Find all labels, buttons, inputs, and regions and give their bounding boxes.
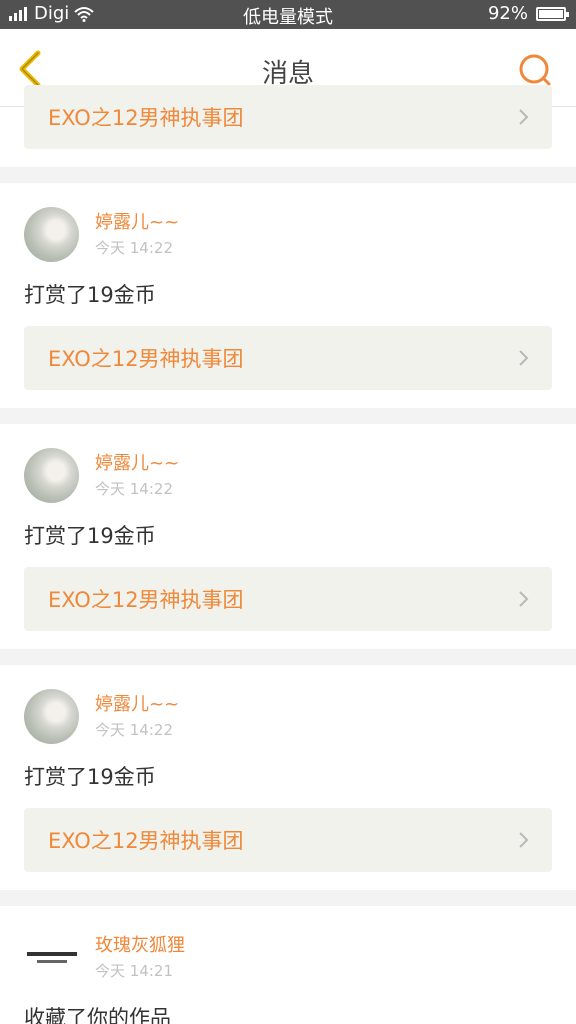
battery-fill — [539, 9, 563, 18]
message-card-partial: EXO之12男神执事团 — [0, 85, 576, 167]
divider — [0, 649, 576, 665]
avatar[interactable] — [24, 930, 79, 985]
chevron-right-icon — [519, 832, 529, 848]
message-card: 玫瑰灰狐狸 今天 14:21 收藏了你的作品 — [0, 906, 576, 1024]
message-meta: 婷露儿~~ 今天 14:22 — [95, 693, 179, 741]
message-list[interactable]: EXO之12男神执事团 婷露儿~~ 今天 14:22 打赏了19金币 EXO之1… — [0, 85, 576, 1024]
work-link-button[interactable]: EXO之12男神执事团 — [24, 567, 552, 631]
message-header: 婷露儿~~ 今天 14:22 — [24, 183, 552, 262]
chevron-right-icon — [519, 591, 529, 607]
message-card: 婷露儿~~ 今天 14:22 打赏了19金币 EXO之12男神执事团 — [0, 665, 576, 890]
message-header: 婷露儿~~ 今天 14:22 — [24, 424, 552, 503]
work-link-button[interactable]: EXO之12男神执事团 — [24, 326, 552, 390]
username[interactable]: 婷露儿~~ — [95, 693, 179, 717]
message-text: 打赏了19金币 — [24, 765, 156, 789]
message-header: 婷露儿~~ 今天 14:22 — [24, 665, 552, 744]
message-meta: 婷露儿~~ 今天 14:22 — [95, 211, 179, 259]
message-card: 婷露儿~~ 今天 14:22 打赏了19金币 EXO之12男神执事团 — [0, 424, 576, 649]
message-meta: 玫瑰灰狐狸 今天 14:21 — [95, 934, 185, 982]
avatar[interactable] — [24, 448, 79, 503]
work-link-label: EXO之12男神执事团 — [48, 588, 244, 612]
message-card: 婷露儿~~ 今天 14:22 打赏了19金币 EXO之12男神执事团 — [0, 183, 576, 408]
status-bar: Digi 低电量模式 92% — [0, 0, 576, 29]
username[interactable]: 婷露儿~~ — [95, 452, 179, 476]
chevron-right-icon — [519, 350, 529, 366]
timestamp: 今天 14:22 — [95, 479, 173, 498]
chevron-right-icon — [519, 109, 529, 125]
divider — [0, 167, 576, 183]
divider — [0, 890, 576, 906]
username[interactable]: 婷露儿~~ — [95, 211, 179, 235]
message-text: 打赏了19金币 — [24, 524, 156, 548]
work-link-button[interactable]: EXO之12男神执事团 — [24, 85, 552, 149]
battery-percent: 92% — [487, 3, 528, 24]
avatar[interactable] — [24, 689, 79, 744]
timestamp: 今天 14:22 — [95, 720, 173, 739]
timestamp: 今天 14:21 — [95, 961, 173, 980]
status-right: 92% — [487, 3, 569, 24]
work-link-label: EXO之12男神执事团 — [48, 347, 244, 371]
avatar[interactable] — [24, 207, 79, 262]
work-link-button[interactable]: EXO之12男神执事团 — [24, 808, 552, 872]
username[interactable]: 玫瑰灰狐狸 — [95, 934, 185, 958]
message-meta: 婷露儿~~ 今天 14:22 — [95, 452, 179, 500]
message-text: 打赏了19金币 — [24, 283, 156, 307]
divider — [0, 408, 576, 424]
message-text: 收藏了你的作品 — [24, 1006, 171, 1024]
timestamp: 今天 14:22 — [95, 238, 173, 257]
work-link-label: EXO之12男神执事团 — [48, 829, 244, 853]
battery-icon — [536, 6, 569, 21]
work-link-label: EXO之12男神执事团 — [48, 106, 244, 130]
message-header: 玫瑰灰狐狸 今天 14:21 — [24, 906, 552, 985]
